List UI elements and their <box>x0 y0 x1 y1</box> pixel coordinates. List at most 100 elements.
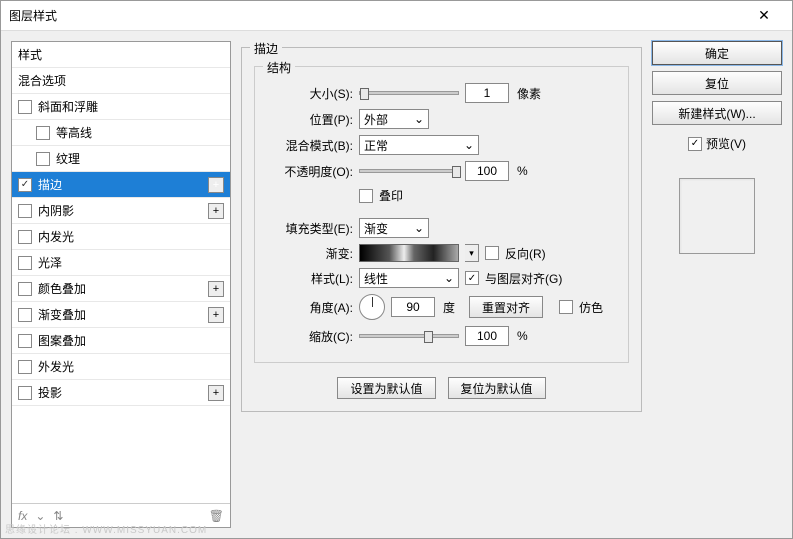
gradient-dropdown[interactable]: ▾ <box>465 244 479 262</box>
gradient-preview[interactable] <box>359 244 459 262</box>
scale-label: 缩放(C): <box>267 328 353 345</box>
reverse-checkbox[interactable] <box>485 246 499 260</box>
sidebar-header[interactable]: 样式 <box>12 42 230 68</box>
dither-label: 仿色 <box>579 299 603 316</box>
new-style-button[interactable]: 新建样式(W)... <box>652 101 782 125</box>
align-label: 与图层对齐(G) <box>485 270 562 287</box>
filltype-select[interactable]: 渐变 ⌄ <box>359 218 429 238</box>
styles-sidebar: 样式 混合选项 斜面和浮雕等高线纹理✓描边+内阴影+内发光光泽颜色叠加+渐变叠加… <box>11 41 231 528</box>
opacity-unit: % <box>517 164 528 178</box>
plus-icon[interactable]: + <box>208 281 224 297</box>
style-label: 样式(L): <box>267 270 353 287</box>
style-select[interactable]: 线性 ⌄ <box>359 268 459 288</box>
close-button[interactable]: ✕ <box>744 2 784 30</box>
style-checkbox[interactable] <box>18 334 32 348</box>
sidebar-item-1[interactable]: 等高线 <box>12 120 230 146</box>
sidebar-item-6[interactable]: 光泽 <box>12 250 230 276</box>
style-checkbox[interactable] <box>18 100 32 114</box>
style-checkbox[interactable] <box>18 308 32 322</box>
structure-title: 结构 <box>263 59 295 76</box>
angle-row: 角度(A): 度 重置对齐 仿色 <box>267 294 616 320</box>
size-slider[interactable] <box>359 91 459 95</box>
reverse-label: 反向(R) <box>505 245 546 262</box>
plus-icon[interactable]: + <box>208 203 224 219</box>
main-area: 描边 结构 大小(S): 像素 位置(P): 外部 <box>241 41 782 528</box>
style-checkbox[interactable]: ✓ <box>18 178 32 192</box>
reset-align-button[interactable]: 重置对齐 <box>469 296 543 318</box>
sidebar-item-8[interactable]: 渐变叠加+ <box>12 302 230 328</box>
chevron-down-icon: ⌄ <box>414 112 424 126</box>
stroke-fieldset: 描边 结构 大小(S): 像素 位置(P): 外部 <box>241 47 642 412</box>
titlebar: 图层样式 ✕ <box>1 1 792 31</box>
position-label: 位置(P): <box>267 111 353 128</box>
layer-style-dialog: 图层样式 ✕ 样式 混合选项 斜面和浮雕等高线纹理✓描边+内阴影+内发光光泽颜色… <box>0 0 793 539</box>
blend-label: 混合模式(B): <box>267 137 353 154</box>
style-checkbox[interactable] <box>18 386 32 400</box>
style-checkbox[interactable] <box>18 282 32 296</box>
set-default-button[interactable]: 设置为默认值 <box>337 377 435 399</box>
align-checkbox[interactable]: ✓ <box>465 271 479 285</box>
chevron-down-icon: ⌄ <box>464 138 474 152</box>
style-label: 纹理 <box>56 150 224 167</box>
panel-title: 描边 <box>250 40 282 57</box>
style-label: 渐变叠加 <box>38 306 208 323</box>
ok-button[interactable]: 确定 <box>652 41 782 65</box>
scale-unit: % <box>517 329 528 343</box>
sidebar-item-9[interactable]: 图案叠加 <box>12 328 230 354</box>
style-label: 图案叠加 <box>38 332 224 349</box>
size-input[interactable] <box>465 83 509 103</box>
scale-input[interactable] <box>465 326 509 346</box>
sidebar-item-7[interactable]: 颜色叠加+ <box>12 276 230 302</box>
preview-box <box>679 178 755 254</box>
sidebar-blend-options[interactable]: 混合选项 <box>12 68 230 94</box>
sidebar-item-3[interactable]: ✓ 描边+ <box>12 172 230 198</box>
filltype-row: 填充类型(E): 渐变 ⌄ <box>267 218 616 238</box>
chevron-down-icon: ⌄ <box>414 221 424 235</box>
dialog-body: 样式 混合选项 斜面和浮雕等高线纹理✓描边+内阴影+内发光光泽颜色叠加+渐变叠加… <box>1 31 792 538</box>
overprint-row: 叠印 <box>267 187 616 204</box>
angle-dial[interactable] <box>359 294 385 320</box>
position-row: 位置(P): 外部 ⌄ <box>267 109 616 129</box>
style-label: 描边 <box>38 176 208 193</box>
preview-row: ✓ 预览(V) <box>652 135 782 152</box>
trash-icon[interactable]: 🗑 <box>209 509 224 523</box>
style-checkbox[interactable] <box>36 152 50 166</box>
opacity-label: 不透明度(O): <box>267 163 353 180</box>
plus-icon[interactable]: + <box>208 177 224 193</box>
sidebar-item-0[interactable]: 斜面和浮雕 <box>12 94 230 120</box>
filltype-label: 填充类型(E): <box>267 220 353 237</box>
overprint-checkbox[interactable] <box>359 189 373 203</box>
sidebar-item-10[interactable]: 外发光 <box>12 354 230 380</box>
sidebar-item-5[interactable]: 内发光 <box>12 224 230 250</box>
opacity-slider[interactable] <box>359 169 459 173</box>
style-label: 斜面和浮雕 <box>38 98 224 115</box>
position-select[interactable]: 外部 ⌄ <box>359 109 429 129</box>
style-checkbox[interactable] <box>18 256 32 270</box>
dither-checkbox[interactable] <box>559 300 573 314</box>
angle-input[interactable] <box>391 297 435 317</box>
scale-slider[interactable] <box>359 334 459 338</box>
sidebar-item-2[interactable]: 纹理 <box>12 146 230 172</box>
blend-select[interactable]: 正常 ⌄ <box>359 135 479 155</box>
opacity-input[interactable] <box>465 161 509 181</box>
style-checkbox[interactable] <box>18 360 32 374</box>
structure-group: 结构 大小(S): 像素 位置(P): 外部 ⌄ <box>254 66 629 363</box>
style-checkbox[interactable] <box>36 126 50 140</box>
reset-default-button[interactable]: 复位为默认值 <box>448 377 546 399</box>
angle-label: 角度(A): <box>267 299 353 316</box>
style-label: 光泽 <box>38 254 224 271</box>
style-checkbox[interactable] <box>18 230 32 244</box>
preview-checkbox[interactable]: ✓ <box>688 137 702 151</box>
blend-row: 混合模式(B): 正常 ⌄ <box>267 135 616 155</box>
sidebar-item-11[interactable]: 投影+ <box>12 380 230 406</box>
plus-icon[interactable]: + <box>208 385 224 401</box>
style-label: 颜色叠加 <box>38 280 208 297</box>
sidebar-item-4[interactable]: 内阴影+ <box>12 198 230 224</box>
default-buttons: 设置为默认值 复位为默认值 <box>254 377 629 399</box>
window-title: 图层样式 <box>9 7 744 24</box>
cancel-button[interactable]: 复位 <box>652 71 782 95</box>
style-label: 外发光 <box>38 358 224 375</box>
style-checkbox[interactable] <box>18 204 32 218</box>
style-label: 内发光 <box>38 228 224 245</box>
plus-icon[interactable]: + <box>208 307 224 323</box>
